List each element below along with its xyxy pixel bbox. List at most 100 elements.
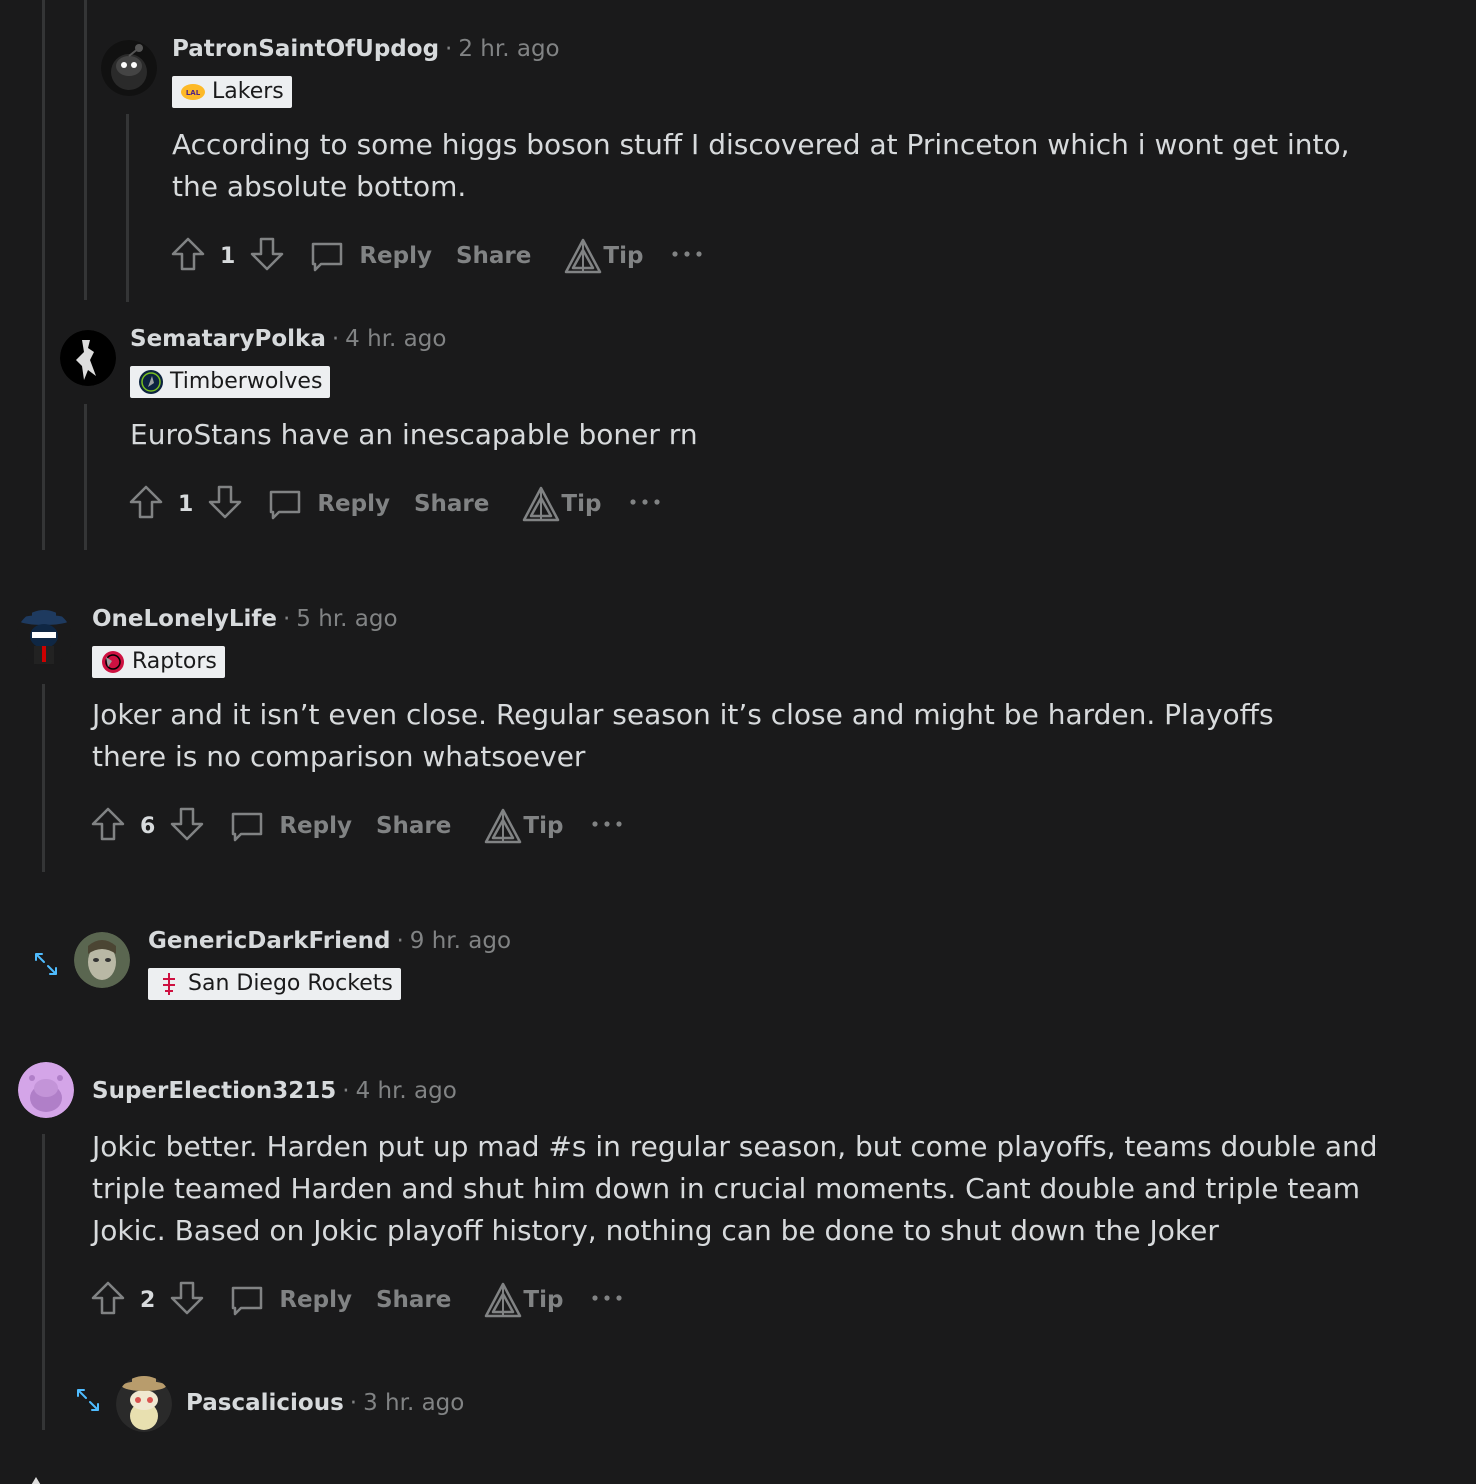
- username[interactable]: Pascalicious: [186, 1390, 344, 1416]
- upvote-icon[interactable]: [88, 1278, 128, 1322]
- more-options-button[interactable]: [629, 484, 663, 524]
- avatar[interactable]: [18, 1062, 74, 1118]
- tip-button[interactable]: Tip: [483, 1280, 563, 1320]
- separator-dot: ·: [331, 326, 340, 352]
- comment-body: EuroStans have an inescapable boner rn: [130, 418, 698, 451]
- separator-dot: ·: [349, 1390, 358, 1416]
- thread-line[interactable]: [42, 684, 45, 872]
- comment-meta: SemataryPolka · 4 hr. ago: [130, 326, 446, 352]
- downvote-icon[interactable]: [167, 804, 207, 848]
- tip-button[interactable]: Tip: [563, 236, 643, 276]
- comment-meta: OneLonelyLife · 5 hr. ago: [92, 606, 398, 632]
- reply-label: Reply: [279, 1287, 352, 1313]
- comment-meta: SuperElection3215 · 4 hr. ago: [92, 1078, 457, 1104]
- comment-icon: [227, 1280, 267, 1320]
- separator-dot: ·: [445, 36, 453, 62]
- thread-line[interactable]: [42, 0, 45, 550]
- avatar[interactable]: [16, 610, 72, 666]
- comment-actions: 6 Reply Share Tip: [88, 806, 625, 846]
- upvote-icon[interactable]: [126, 482, 166, 526]
- downvote-icon[interactable]: [205, 482, 245, 526]
- svg-text:LAL: LAL: [186, 89, 201, 97]
- comment-body: Joker and it isn’t even close. Regular s…: [92, 698, 1274, 773]
- upvote-icon[interactable]: [88, 804, 128, 848]
- more-options-button[interactable]: [671, 236, 705, 276]
- tip-icon: [521, 484, 561, 524]
- separator-dot: ·: [342, 1078, 350, 1104]
- tip-button[interactable]: Tip: [483, 806, 563, 846]
- username[interactable]: GenericDarkFriend: [148, 928, 390, 954]
- reply-button[interactable]: Reply: [227, 1280, 352, 1320]
- flair-label: Lakers: [212, 79, 284, 104]
- comment-meta: PatronSaintOfUpdog · 2 hr. ago: [172, 36, 560, 62]
- comment-icon: [227, 806, 267, 846]
- user-flair: LAL Lakers: [172, 76, 292, 108]
- timestamp[interactable]: 4 hr. ago: [356, 1078, 457, 1104]
- tip-button[interactable]: Tip: [521, 484, 601, 524]
- comment-meta: Pascalicious · 3 hr. ago: [186, 1390, 464, 1416]
- avatar[interactable]: [74, 932, 130, 988]
- tip-icon: [483, 806, 523, 846]
- expand-icon[interactable]: [32, 950, 60, 978]
- flair-label: Raptors: [132, 649, 217, 674]
- timberwolves-logo-icon: [138, 369, 164, 395]
- reply-button[interactable]: Reply: [307, 236, 432, 276]
- vote-count: 6: [140, 813, 156, 839]
- more-options-button[interactable]: [591, 1280, 625, 1320]
- vote-count: 2: [140, 1287, 156, 1313]
- more-options-button[interactable]: [591, 806, 625, 846]
- downvote-icon[interactable]: [247, 234, 287, 278]
- avatar[interactable]: [60, 330, 116, 386]
- flair-label: San Diego Rockets: [188, 971, 393, 996]
- reply-button[interactable]: Reply: [227, 806, 352, 846]
- tip-icon: [483, 1280, 523, 1320]
- thread-line[interactable]: [42, 1134, 45, 1430]
- reply-label: Reply: [317, 491, 390, 517]
- timestamp[interactable]: 9 hr. ago: [410, 928, 511, 954]
- reply-label: Reply: [359, 243, 432, 269]
- upvote-icon[interactable]: [168, 234, 208, 278]
- thread-line[interactable]: [84, 0, 87, 300]
- downvote-icon[interactable]: [167, 1278, 207, 1322]
- rockets-logo-icon: [156, 971, 182, 997]
- thread-line[interactable]: [84, 404, 87, 550]
- username[interactable]: SuperElection3215: [92, 1078, 336, 1104]
- timestamp[interactable]: 4 hr. ago: [345, 326, 446, 352]
- user-flair: San Diego Rockets: [148, 968, 401, 1000]
- tip-icon: [563, 236, 603, 276]
- thread-line[interactable]: [126, 114, 129, 302]
- username[interactable]: OneLonelyLife: [92, 606, 277, 632]
- username[interactable]: SemataryPolka: [130, 326, 326, 352]
- avatar[interactable]: [101, 40, 157, 96]
- comment-body: According to some higgs boson stuff I di…: [172, 128, 1350, 203]
- flair-label: Timberwolves: [170, 369, 323, 394]
- avatar-partial[interactable]: [20, 1472, 50, 1484]
- comment-icon: [265, 484, 305, 524]
- comment-icon: [307, 236, 347, 276]
- vote-count: 1: [178, 491, 194, 517]
- separator-dot: ·: [396, 928, 404, 954]
- share-button[interactable]: Share: [376, 1287, 451, 1313]
- tip-label: Tip: [561, 491, 602, 517]
- expand-icon[interactable]: [74, 1386, 102, 1414]
- more-icon: [591, 806, 625, 846]
- user-flair: Timberwolves: [130, 366, 331, 398]
- share-button[interactable]: Share: [456, 243, 531, 269]
- share-button[interactable]: Share: [414, 491, 489, 517]
- comment-actions: 1 Reply Share Tip: [168, 236, 705, 276]
- share-button[interactable]: Share: [376, 813, 451, 839]
- more-icon: [591, 1280, 625, 1320]
- username[interactable]: PatronSaintOfUpdog: [172, 36, 439, 62]
- comment-actions: 2 Reply Share Tip: [88, 1280, 625, 1320]
- timestamp[interactable]: 2 hr. ago: [458, 36, 559, 62]
- avatar[interactable]: [116, 1376, 172, 1432]
- timestamp[interactable]: 5 hr. ago: [296, 606, 397, 632]
- reply-label: Reply: [279, 813, 352, 839]
- timestamp[interactable]: 3 hr. ago: [363, 1390, 464, 1416]
- comment-meta: GenericDarkFriend · 9 hr. ago: [148, 928, 511, 954]
- user-flair: Raptors: [92, 646, 225, 678]
- tip-label: Tip: [523, 813, 564, 839]
- more-icon: [671, 236, 705, 276]
- lakers-logo-icon: LAL: [180, 79, 206, 105]
- reply-button[interactable]: Reply: [265, 484, 390, 524]
